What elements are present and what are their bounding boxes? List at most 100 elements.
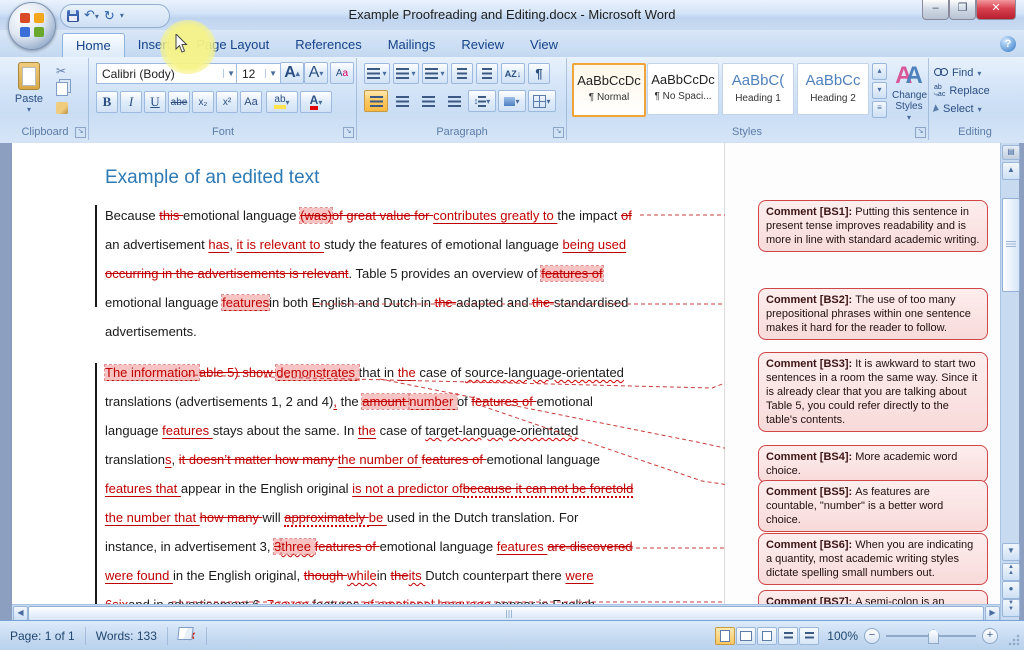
superscript-button[interactable]: x² [216, 91, 238, 113]
help-icon[interactable]: ? [1000, 36, 1016, 52]
font-dialog-launcher[interactable]: ↘ [343, 127, 354, 138]
bullets-button[interactable]: ▾ [364, 63, 390, 84]
style--normal[interactable]: AaBbCcDc¶ Normal [572, 63, 646, 117]
clear-formatting-button[interactable]: Aa [330, 62, 354, 84]
zoom-level[interactable]: 100% [827, 629, 858, 643]
grow-font-button[interactable]: A▴ [280, 62, 304, 84]
increase-indent-button[interactable] [476, 63, 498, 84]
styles-scroll-down-icon[interactable]: ▾ [872, 82, 887, 99]
paragraph-dialog-launcher[interactable]: ↘ [553, 127, 564, 138]
tab-mailings[interactable]: Mailings [375, 33, 449, 57]
comment-balloon-bs3[interactable]: Comment [BS3]: It is awkward to start tw… [758, 352, 988, 432]
select-button[interactable]: Select▾ [928, 100, 1022, 118]
redo-button[interactable]: ↻ [104, 6, 115, 26]
comment-balloon-bs5[interactable]: Comment [BS5]: As features are countable… [758, 480, 988, 532]
style-heading-1[interactable]: AaBbC(Heading 1 [722, 63, 794, 115]
shading-button[interactable]: ▾ [498, 90, 526, 112]
decrease-indent-button[interactable] [451, 63, 473, 84]
word-count[interactable]: Words: 133 [86, 627, 168, 645]
comment-balloon-bs1[interactable]: Comment [BS1]: Putting this sentence in … [758, 200, 988, 252]
page-indicator[interactable]: Page: 1 of 1 [0, 627, 86, 645]
customize-qat-button[interactable]: ▾ [120, 6, 124, 26]
styles-dialog-launcher[interactable]: ↘ [915, 127, 926, 138]
ruler-toggle-icon[interactable]: ▤ [1002, 145, 1020, 160]
multilevel-list-button[interactable]: ▾ [422, 63, 448, 84]
zoom-slider[interactable] [886, 635, 976, 637]
maximize-button[interactable]: ❐ [949, 0, 976, 20]
scroll-right-icon[interactable]: ▶ [985, 606, 1000, 621]
strikethrough-button[interactable]: abe [168, 91, 190, 113]
text-run: study the features of emotional language [324, 237, 563, 252]
tab-view[interactable]: View [517, 33, 571, 57]
cut-button[interactable]: ✂ [56, 64, 66, 78]
justify-button[interactable] [442, 90, 466, 112]
highlight-color-button[interactable]: ab▾ [266, 91, 298, 113]
change-styles-button[interactable]: AA Change Styles ▾ [892, 62, 926, 123]
shrink-font-button[interactable]: A▾ [304, 62, 328, 84]
tab-home[interactable]: Home [62, 33, 125, 58]
zoom-in-icon[interactable]: + [982, 628, 998, 644]
web-layout-icon[interactable] [757, 627, 777, 645]
align-right-button[interactable] [416, 90, 440, 112]
zoom-slider-thumb[interactable] [928, 629, 939, 644]
comment-balloon-bs2[interactable]: Comment [BS2]: The use of too many prepo… [758, 288, 988, 340]
draft-view-icon[interactable] [799, 627, 819, 645]
outline-view-icon[interactable] [778, 627, 798, 645]
full-screen-reading-icon[interactable] [736, 627, 756, 645]
style--no-spaci-[interactable]: AaBbCcDc¶ No Spaci... [647, 63, 719, 115]
save-icon[interactable] [67, 10, 79, 22]
scroll-up-icon[interactable]: ▲ [1002, 162, 1020, 180]
find-button[interactable]: Find▾ [928, 64, 1022, 82]
copy-button[interactable] [56, 82, 68, 96]
previous-page-icon[interactable]: ▲▲ [1002, 563, 1020, 581]
underline-button[interactable]: U [144, 91, 166, 113]
paste-dropdown-icon[interactable]: ▾ [8, 105, 50, 114]
print-layout-view-icon[interactable] [715, 627, 735, 645]
sort-button[interactable]: AZ↓ [501, 63, 525, 84]
next-page-icon[interactable]: ▼▼ [1002, 599, 1020, 617]
show-hide-button[interactable]: ¶ [528, 63, 550, 84]
minimize-button[interactable]: – [922, 0, 949, 20]
resize-grip[interactable] [1008, 634, 1020, 646]
numbering-button[interactable]: ▾ [393, 63, 419, 84]
vertical-scroll-thumb[interactable] [1002, 198, 1020, 292]
undo-button[interactable]: ↶▾ [84, 5, 99, 27]
clipboard-dialog-launcher[interactable]: ↘ [75, 127, 86, 138]
browse-object-icon[interactable]: ● [1002, 581, 1020, 599]
subscript-button[interactable]: x₂ [192, 91, 214, 113]
align-center-button[interactable] [390, 90, 414, 112]
borders-button[interactable]: ▾ [528, 90, 556, 112]
close-button[interactable]: ✕ [976, 0, 1016, 20]
comment-balloon-bs4[interactable]: Comment [BS4]: More academic word choice… [758, 445, 988, 483]
word-window: Example Proofreading and Editing.docx - … [0, 0, 1024, 650]
format-painter-button[interactable] [56, 102, 68, 114]
bold-button[interactable]: B [96, 91, 118, 113]
tab-references[interactable]: References [282, 33, 374, 57]
proofing-status[interactable]: ✗ [168, 627, 207, 645]
tab-review[interactable]: Review [448, 33, 517, 57]
change-case-button[interactable]: Aa [240, 91, 262, 113]
paste-button[interactable]: Paste ▾ [8, 62, 50, 114]
italic-button[interactable]: I [120, 91, 142, 113]
office-button[interactable] [8, 2, 56, 50]
font-color-button[interactable]: A▾ [300, 91, 332, 113]
scroll-down-icon[interactable]: ▼ [1002, 543, 1020, 561]
horizontal-scrollbar[interactable]: ◀ ▶ [12, 604, 1000, 621]
font-size-dropdown-icon[interactable]: ▼ [265, 69, 280, 78]
document-page[interactable]: Example of an edited text Because this e… [12, 143, 1000, 604]
comment-balloon-bs6[interactable]: Comment [BS6]: When you are indicating a… [758, 533, 988, 585]
scroll-left-icon[interactable]: ◀ [13, 606, 28, 621]
align-left-button[interactable] [364, 90, 388, 112]
comment-balloon-bs7[interactable]: Comment [BS7]: A semi-colon is an [758, 590, 988, 604]
styles-more-icon[interactable]: ≡ [872, 101, 887, 118]
zoom-out-icon[interactable]: − [864, 628, 880, 644]
horizontal-scroll-thumb[interactable] [28, 606, 984, 621]
line-spacing-button[interactable]: ↕▾ [468, 90, 496, 112]
document-text[interactable]: Example of an edited text Because this e… [105, 167, 725, 604]
font-size-combo[interactable]: 12▼ [236, 63, 281, 84]
vertical-scrollbar[interactable]: ▤ ▲ ▼ ▲▲ ● ▼▼ [1000, 143, 1019, 620]
styles-scroll-up-icon[interactable]: ▴ [872, 63, 887, 80]
style-heading-2[interactable]: AaBbCcHeading 2 [797, 63, 869, 115]
replace-button[interactable]: ab⤷ac Replace [928, 82, 1022, 100]
text-run: instance, in advertisement 3, [105, 539, 274, 554]
